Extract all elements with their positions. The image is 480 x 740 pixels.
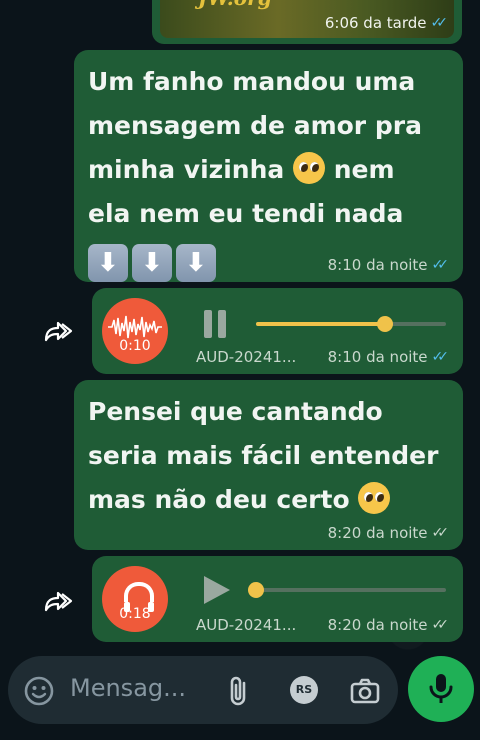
message-time: 8:10 da noite ✓✓ <box>328 256 450 274</box>
message-time: 8:10 da noite ✓✓ <box>328 348 450 366</box>
voice-progress-fill <box>256 322 385 326</box>
message-time: 8:20 da noite ✓✓ <box>328 616 450 634</box>
pleading-face-emoji <box>358 482 391 514</box>
voice-message[interactable]: 0:18 AUD-20241... 8:20 da noite ✓✓ <box>92 556 463 642</box>
message-text: Pensei que cantando seria mais fácil ent… <box>88 397 439 514</box>
pause-button[interactable] <box>200 306 232 338</box>
forward-icon[interactable] <box>44 590 74 612</box>
message-time: 6:06 da tarde ✓✓ <box>325 14 448 32</box>
emoji-icon[interactable] <box>22 674 56 708</box>
microphone-button[interactable] <box>408 656 474 722</box>
message-time: 8:20 da noite ✓✓ <box>328 524 450 542</box>
contact-initials-button[interactable]: RS <box>290 676 318 704</box>
waveform-icon <box>108 315 162 339</box>
down-arrow-emoji: ⬇ <box>176 244 216 282</box>
image-caption-text: JW.org <box>198 0 272 10</box>
voice-filename: AUD-20241... <box>196 616 297 634</box>
forward-icon[interactable] <box>44 320 74 342</box>
message-text: Um fanho mandou uma mensagem de amor pra… <box>88 60 449 284</box>
message-input[interactable]: Mensag... <box>70 674 186 702</box>
voice-filename: AUD-20241... <box>196 348 297 366</box>
read-ticks-icon: ✓✓ <box>431 257 450 273</box>
message-composer: Mensag... RS <box>8 656 398 724</box>
down-arrow-emoji: ⬇ <box>88 244 128 282</box>
camera-icon[interactable] <box>348 674 382 708</box>
down-arrow-emoji: ⬇ <box>132 244 172 282</box>
voice-avatar: 0:10 <box>102 298 168 364</box>
read-ticks-icon: ✓✓ <box>430 15 449 31</box>
microphone-icon <box>429 674 453 703</box>
paperclip-icon[interactable] <box>222 674 256 708</box>
voice-duration: 0:10 <box>119 338 151 354</box>
image-message[interactable]: JW.org 6:06 da tarde ✓✓ <box>152 0 462 44</box>
play-button[interactable] <box>200 574 232 606</box>
text-message[interactable]: Pensei que cantando seria mais fácil ent… <box>74 380 463 550</box>
voice-progress-knob[interactable] <box>248 582 264 598</box>
read-ticks-icon: ✓✓ <box>431 349 450 365</box>
voice-progress-track[interactable] <box>248 582 446 598</box>
voice-duration: 0:18 <box>119 606 151 622</box>
voice-progress-track[interactable] <box>256 316 446 332</box>
text-message[interactable]: Um fanho mandou uma mensagem de amor pra… <box>74 50 463 282</box>
voice-progress-knob[interactable] <box>377 316 393 332</box>
pleading-face-emoji <box>292 152 325 184</box>
voice-message[interactable]: 0:10 AUD-20241... 8:10 da noite ✓✓ <box>92 288 463 374</box>
voice-avatar: 0:18 <box>102 566 168 632</box>
delivered-ticks-icon: ✓✓ <box>431 525 450 541</box>
delivered-ticks-icon: ✓✓ <box>431 617 450 633</box>
headphones-icon <box>124 582 154 612</box>
